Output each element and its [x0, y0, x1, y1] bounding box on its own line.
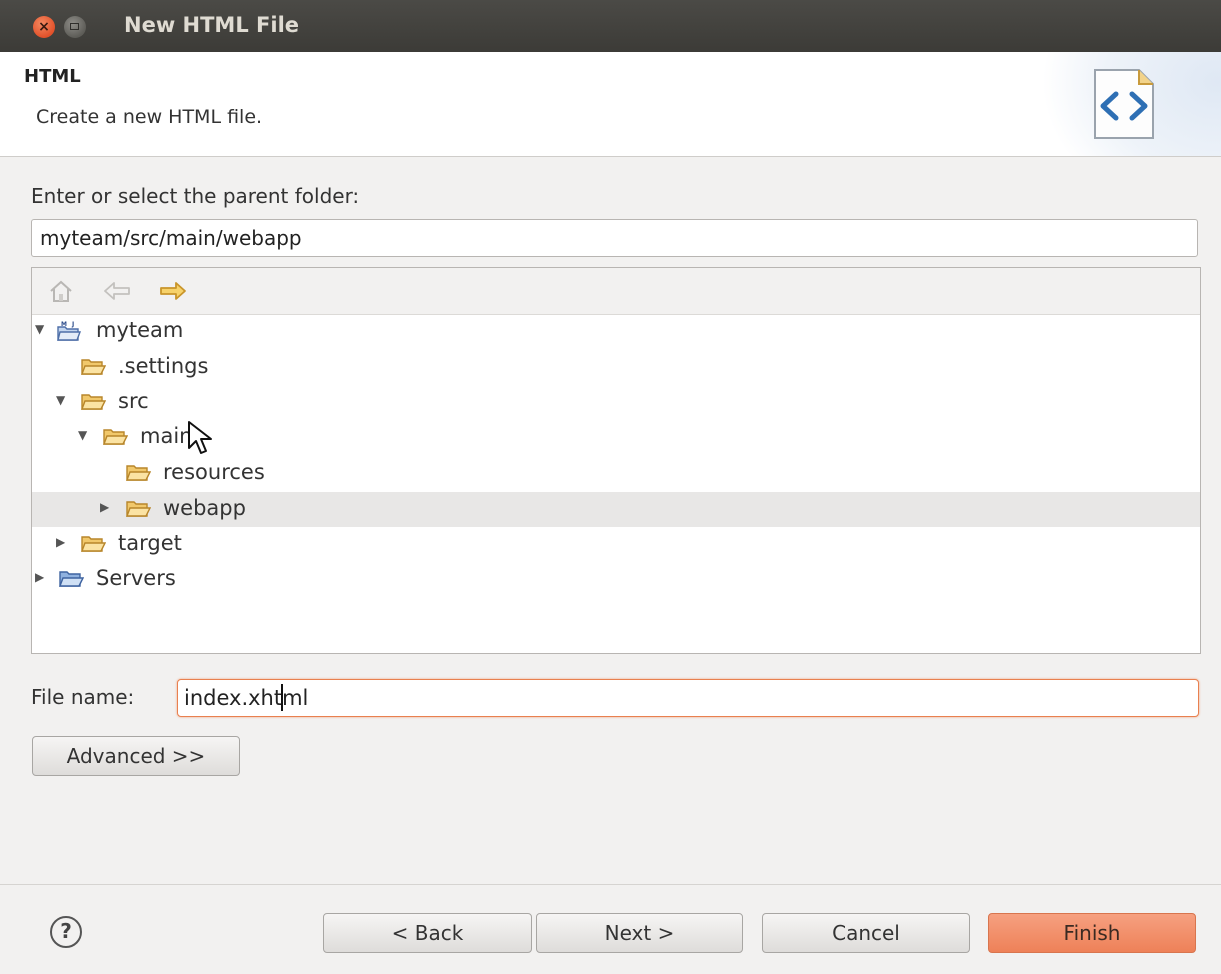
- project-folder-icon: M J: [57, 321, 82, 341]
- tree-item-label: .settings: [118, 354, 209, 378]
- folder-tree[interactable]: ▼ M J myteam .settings ▼ src ▼ main reso…: [31, 267, 1201, 654]
- folder-icon: [80, 394, 106, 410]
- home-icon[interactable]: [48, 278, 74, 304]
- mouse-pointer-icon: [188, 421, 212, 454]
- wizard-page-title: HTML: [24, 66, 81, 87]
- folder-icon: [125, 501, 151, 517]
- back-button[interactable]: < Back: [323, 913, 532, 953]
- tree-item-resources[interactable]: resources: [32, 456, 1200, 491]
- parent-folder-input[interactable]: [31, 219, 1198, 257]
- collapsed-arrow-icon[interactable]: ▶: [35, 570, 44, 584]
- collapsed-arrow-icon[interactable]: ▶: [100, 500, 109, 514]
- svg-text:M: M: [61, 321, 67, 328]
- collapsed-arrow-icon[interactable]: ▶: [56, 535, 65, 549]
- tree-item-src[interactable]: ▼ src: [32, 385, 1200, 420]
- close-window-button[interactable]: ×: [33, 16, 55, 38]
- servers-folder-icon: [58, 571, 84, 587]
- html-file-icon: [1094, 69, 1154, 139]
- tree-item-label: resources: [163, 460, 265, 484]
- expanded-arrow-icon[interactable]: ▼: [35, 322, 44, 336]
- tree-item-myteam[interactable]: ▼ M J myteam: [32, 314, 1200, 349]
- new-html-file-dialog: × New HTML File HTML Create a new HTML f…: [0, 0, 1221, 974]
- wizard-banner: HTML Create a new HTML file.: [0, 52, 1221, 157]
- title-bar: × New HTML File: [0, 0, 1221, 52]
- cancel-button[interactable]: Cancel: [762, 913, 970, 953]
- tree-item-servers[interactable]: ▶ Servers: [32, 562, 1200, 597]
- advanced-button[interactable]: Advanced >>: [32, 736, 240, 776]
- file-name-input[interactable]: [177, 679, 1199, 717]
- tree-item-target[interactable]: ▶ target: [32, 527, 1200, 562]
- maximize-window-button[interactable]: [64, 16, 86, 38]
- finish-button[interactable]: Finish: [988, 913, 1196, 953]
- window-title: New HTML File: [124, 13, 300, 37]
- tree-item-label: webapp: [163, 496, 246, 520]
- tree-toolbar: [32, 268, 1200, 315]
- next-button[interactable]: Next >: [536, 913, 743, 953]
- folder-icon: [102, 429, 128, 445]
- tree-item-label: src: [118, 389, 149, 413]
- tree-item-label: target: [118, 531, 182, 555]
- tree-item-label: myteam: [96, 318, 184, 342]
- folder-icon: [80, 536, 106, 552]
- tree-item-webapp[interactable]: ▶ webapp: [32, 492, 1200, 527]
- folder-icon: [125, 465, 151, 481]
- help-icon[interactable]: ?: [50, 916, 82, 948]
- back-arrow-icon[interactable]: [102, 278, 132, 304]
- expanded-arrow-icon[interactable]: ▼: [56, 393, 65, 407]
- parent-folder-label: Enter or select the parent folder:: [31, 184, 360, 208]
- forward-arrow-icon[interactable]: [158, 278, 188, 304]
- footer-divider: [0, 884, 1221, 885]
- tree-item-settings[interactable]: .settings: [32, 350, 1200, 385]
- expanded-arrow-icon[interactable]: ▼: [78, 428, 87, 442]
- svg-text:J: J: [71, 321, 74, 328]
- wizard-page-description: Create a new HTML file.: [36, 106, 263, 128]
- folder-icon: [80, 359, 106, 375]
- tree-item-label: main: [140, 424, 193, 448]
- tree-item-label: Servers: [96, 566, 176, 590]
- file-name-label: File name:: [31, 685, 135, 709]
- text-caret: [281, 684, 283, 711]
